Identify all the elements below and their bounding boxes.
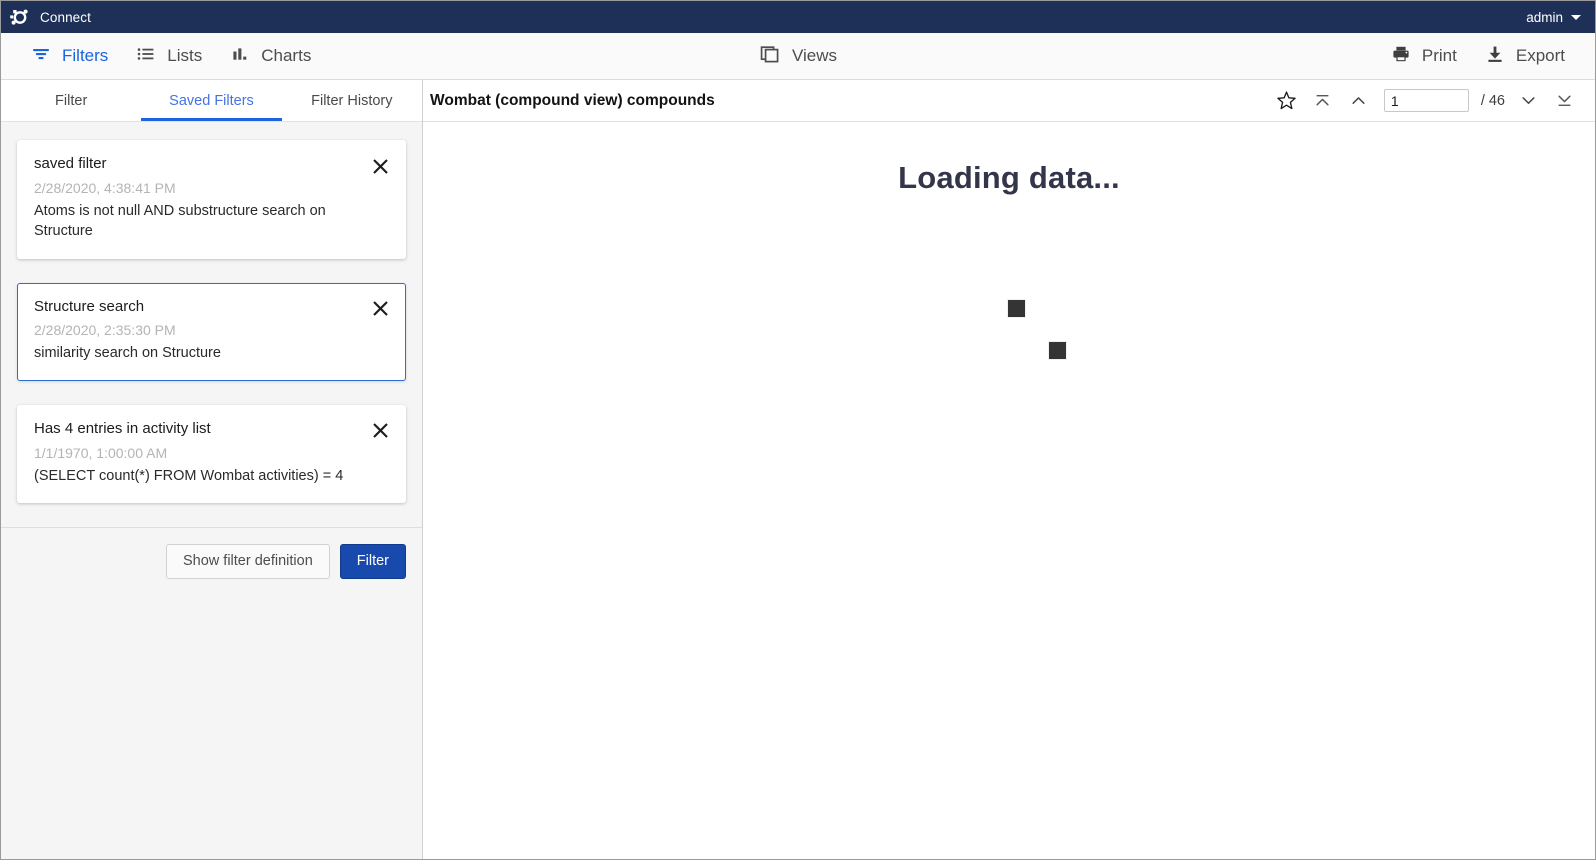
saved-filters-list: saved filter 2/28/2020, 4:38:41 PM Atoms… [1,122,422,527]
loading-spinner-square [1049,342,1066,359]
loading-message: Loading data... [423,160,1595,196]
tab-filter[interactable]: Filter [1,80,141,121]
saved-filter-title: Structure search [34,298,389,317]
toolbar-center-group: Views [745,37,851,76]
page-number-input[interactable] [1384,89,1469,112]
bar-chart-icon [230,44,250,69]
chevron-up-icon[interactable] [1344,87,1374,115]
toolbar-item-views-label: Views [792,46,837,66]
page-total-label: / 46 [1481,93,1505,109]
content-header: Wombat (compound view) compounds [423,80,1595,122]
toolbar-right-group: Print Export [1377,38,1579,75]
saved-filter-title: saved filter [34,155,389,174]
filters-sidebar: Filter Saved Filters Filter History save… [1,80,423,859]
filter-funnel-icon [31,44,51,69]
saved-filter-description: Atoms is not null AND substructure searc… [34,201,389,242]
tab-filter-label: Filter [55,93,87,109]
saved-filter-card[interactable]: saved filter 2/28/2020, 4:38:41 PM Atoms… [17,140,406,259]
toolbar-item-print-label: Print [1422,46,1457,66]
body: Filter Saved Filters Filter History save… [1,80,1595,859]
last-page-icon[interactable] [1549,87,1579,115]
download-icon [1485,44,1505,69]
star-outline-icon[interactable] [1272,87,1302,115]
tab-filter-history-label: Filter History [311,93,392,109]
toolbar-item-print[interactable]: Print [1377,38,1471,75]
sidebar-tabs: Filter Saved Filters Filter History [1,80,422,122]
saved-filter-date: 2/28/2020, 4:38:41 PM [34,179,389,197]
user-menu[interactable]: admin [1526,10,1581,25]
list-icon [136,44,156,69]
toolbar-item-lists-label: Lists [167,46,202,66]
toolbar-item-filters[interactable]: Filters [17,38,122,75]
toolbar-left-group: Filters Lists [17,38,325,75]
pagination-controls: / 46 [1272,87,1579,115]
saved-filter-description: (SELECT count(*) FROM Wombat activities)… [34,466,389,486]
brand: Connect [9,6,91,28]
close-icon[interactable] [369,155,391,177]
tab-saved-filters[interactable]: Saved Filters [141,80,281,121]
toolbar-item-views[interactable]: Views [745,37,851,76]
connect-molecule-logo-icon [9,6,31,28]
toolbar-item-export[interactable]: Export [1471,38,1579,75]
views-windows-icon [759,43,781,70]
title-bar: Connect admin [1,1,1595,33]
saved-filter-date: 1/1/1970, 1:00:00 AM [34,444,389,462]
toolbar-item-charts[interactable]: Charts [216,38,325,75]
loading-spinner-square [1008,300,1025,317]
toolbar-item-lists[interactable]: Lists [122,38,216,75]
app-window: Connect admin Filters [0,0,1596,860]
first-page-icon[interactable] [1308,87,1338,115]
saved-filter-date: 2/28/2020, 2:35:30 PM [34,321,389,339]
saved-filter-card[interactable]: Has 4 entries in activity list 1/1/1970,… [17,405,406,503]
close-icon[interactable] [369,298,391,320]
toolbar-item-export-label: Export [1516,46,1565,66]
caret-down-icon [1571,15,1581,20]
show-filter-definition-button[interactable]: Show filter definition [166,544,330,579]
filter-button[interactable]: Filter [340,544,406,579]
app-title: Connect [40,10,91,25]
user-name: admin [1526,10,1563,25]
sidebar-empty-space [1,595,422,860]
saved-filter-card[interactable]: Structure search 2/28/2020, 2:35:30 PM s… [17,283,406,381]
page-title: Wombat (compound view) compounds [429,92,715,110]
tab-filter-history[interactable]: Filter History [282,80,422,121]
sidebar-action-bar: Show filter definition Filter [1,527,422,595]
printer-icon [1391,44,1411,69]
content-panel: Wombat (compound view) compounds [423,80,1595,859]
toolbar-item-charts-label: Charts [261,46,311,66]
close-icon[interactable] [369,420,391,442]
toolbar-item-filters-label: Filters [62,46,108,66]
saved-filter-title: Has 4 entries in activity list [34,420,389,439]
main-toolbar: Filters Lists [1,33,1595,80]
tab-saved-filters-label: Saved Filters [169,93,254,109]
saved-filter-description: similarity search on Structure [34,343,389,363]
content-main: Loading data... [423,122,1595,859]
chevron-down-icon[interactable] [1513,87,1543,115]
